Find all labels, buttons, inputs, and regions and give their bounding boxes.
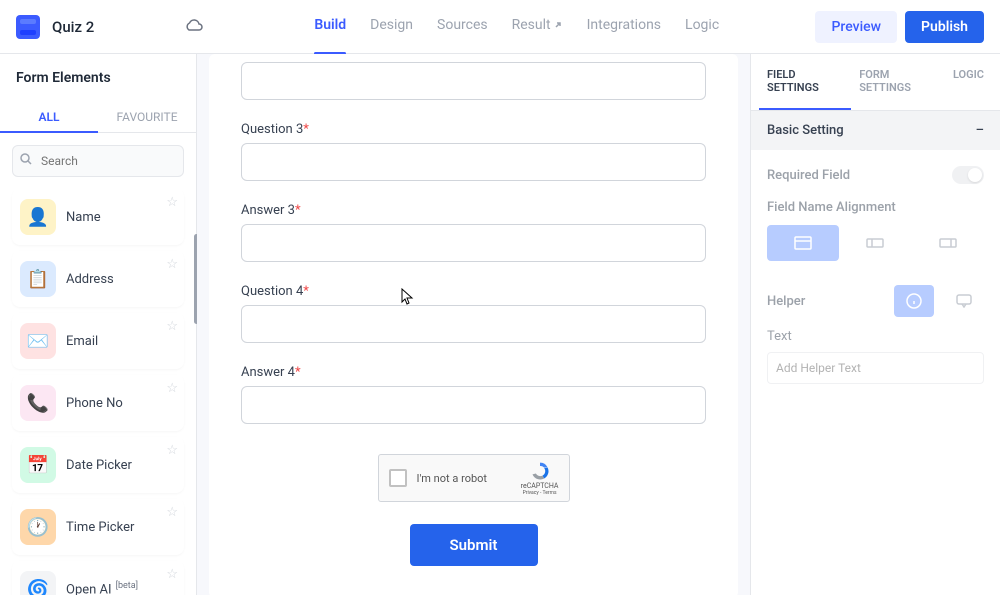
openai-icon: 🌀 — [20, 571, 56, 595]
answer-3-input[interactable] — [241, 224, 706, 262]
cloud-icon[interactable] — [184, 17, 204, 36]
answer-4-input[interactable] — [241, 386, 706, 424]
element-name[interactable]: 👤 Name ☆ — [12, 189, 184, 245]
alignment-label: Field Name Alignment — [767, 200, 984, 215]
helper-label: Helper — [767, 294, 884, 309]
email-icon: ✉️ — [20, 323, 56, 359]
required-field-row: Required Field — [767, 166, 984, 184]
form-card: Question 3* Answer 3* Question 4* Answer… — [209, 54, 738, 595]
element-phone[interactable]: 📞 Phone No ☆ — [12, 375, 184, 431]
header: Quiz 2 Build Design Sources Result Integ… — [0, 0, 1000, 54]
recaptcha-logo: reCAPTCHA Privacy - Terms — [521, 461, 559, 496]
basic-setting-header[interactable]: Basic Setting – — [751, 111, 1000, 150]
required-toggle[interactable] — [952, 166, 984, 184]
collapse-icon: – — [976, 123, 984, 138]
star-icon[interactable]: ☆ — [166, 505, 178, 520]
star-icon[interactable]: ☆ — [166, 381, 178, 396]
question-4-input[interactable] — [241, 305, 706, 343]
nav-design[interactable]: Design — [370, 17, 413, 37]
nav-logic[interactable]: Logic — [685, 17, 719, 37]
align-top-button[interactable] — [767, 225, 839, 261]
align-right-button[interactable] — [912, 225, 984, 261]
form-field: Answer 4* — [241, 365, 706, 424]
helper-info-button[interactable] — [894, 285, 934, 317]
search-input[interactable] — [12, 145, 184, 177]
sidebar: Form Elements ALL FAVOURITE 👤 Name ☆ 📋 A… — [0, 54, 197, 595]
element-date-picker[interactable]: 📅 Date Picker ☆ — [12, 437, 184, 493]
tab-all[interactable]: ALL — [0, 102, 98, 132]
preview-button[interactable]: Preview — [815, 11, 897, 43]
form-field: Answer 3* — [241, 203, 706, 262]
elements-list[interactable]: 👤 Name ☆ 📋 Address ☆ ✉️ Email ☆ 📞 Phone … — [0, 189, 196, 595]
header-actions: Preview Publish — [815, 11, 984, 43]
form-field: Question 3* — [241, 122, 706, 181]
recaptcha-checkbox[interactable] — [389, 469, 407, 487]
element-label: Name — [66, 210, 101, 225]
field-top-visible — [241, 54, 706, 100]
tab-favourite[interactable]: FAVOURITE — [98, 102, 196, 132]
tab-panel-logic[interactable]: LOGIC — [945, 54, 992, 110]
element-label: Date Picker — [66, 458, 132, 473]
sidebar-tabs: ALL FAVOURITE — [0, 102, 196, 133]
publish-button[interactable]: Publish — [905, 11, 984, 43]
star-icon[interactable]: ☆ — [166, 443, 178, 458]
nav-build[interactable]: Build — [314, 17, 346, 37]
sidebar-title: Form Elements — [0, 54, 196, 102]
panel-section: Basic Setting – Required Field Field Nam… — [751, 111, 1000, 400]
nav-result[interactable]: Result — [512, 17, 563, 37]
form-field: Question 4* — [241, 284, 706, 343]
name-icon: 👤 — [20, 199, 56, 235]
field-label: Question 3* — [241, 122, 706, 137]
element-label: Time Picker — [66, 520, 134, 535]
phone-icon: 📞 — [20, 385, 56, 421]
recaptcha-label: I'm not a robot — [417, 472, 511, 485]
element-address[interactable]: 📋 Address ☆ — [12, 251, 184, 307]
text-label: Text — [767, 329, 984, 344]
nav-integrations[interactable]: Integrations — [587, 17, 661, 37]
element-open-ai[interactable]: 🌀 Open AI[beta] ☆ — [12, 561, 184, 595]
time-icon: 🕐 — [20, 509, 56, 545]
submit-button[interactable]: Submit — [410, 524, 538, 566]
address-icon: 📋 — [20, 261, 56, 297]
app-logo — [16, 15, 40, 39]
required-field-label: Required Field — [767, 168, 850, 183]
star-icon[interactable]: ☆ — [166, 257, 178, 272]
element-label: Address — [66, 272, 114, 287]
search-icon — [20, 153, 32, 168]
element-label: Email — [66, 334, 98, 349]
page-title: Quiz 2 — [52, 18, 94, 36]
right-panel: FIELD SETTINGS FORM SETTINGS LOGIC Basic… — [750, 54, 1000, 595]
field-label: Answer 3* — [241, 203, 706, 218]
nav-sources[interactable]: Sources — [437, 17, 488, 37]
field-input[interactable] — [241, 62, 706, 100]
main-nav: Build Design Sources Result Integrations… — [314, 17, 719, 37]
star-icon[interactable]: ☆ — [166, 567, 178, 582]
alignment-group — [767, 225, 984, 261]
helper-row: Helper — [767, 285, 984, 317]
tab-field-settings[interactable]: FIELD SETTINGS — [759, 54, 851, 110]
date-icon: 📅 — [20, 447, 56, 483]
helper-tooltip-button[interactable] — [944, 285, 984, 317]
helper-text-input[interactable] — [767, 352, 984, 384]
element-label: Open AI[beta] — [66, 581, 138, 595]
star-icon[interactable]: ☆ — [166, 319, 178, 334]
panel-tabs: FIELD SETTINGS FORM SETTINGS LOGIC — [751, 54, 1000, 111]
align-left-button[interactable] — [839, 225, 911, 261]
field-label: Question 4* — [241, 284, 706, 299]
recaptcha-widget[interactable]: I'm not a robot reCAPTCHA Privacy - Term… — [378, 454, 570, 502]
element-label: Phone No — [66, 396, 123, 411]
question-3-input[interactable] — [241, 143, 706, 181]
element-time-picker[interactable]: 🕐 Time Picker ☆ — [12, 499, 184, 555]
element-email[interactable]: ✉️ Email ☆ — [12, 313, 184, 369]
form-canvas[interactable]: Question 3* Answer 3* Question 4* Answer… — [197, 54, 750, 595]
field-label: Answer 4* — [241, 365, 706, 380]
tab-form-settings[interactable]: FORM SETTINGS — [851, 54, 945, 110]
star-icon[interactable]: ☆ — [166, 195, 178, 210]
